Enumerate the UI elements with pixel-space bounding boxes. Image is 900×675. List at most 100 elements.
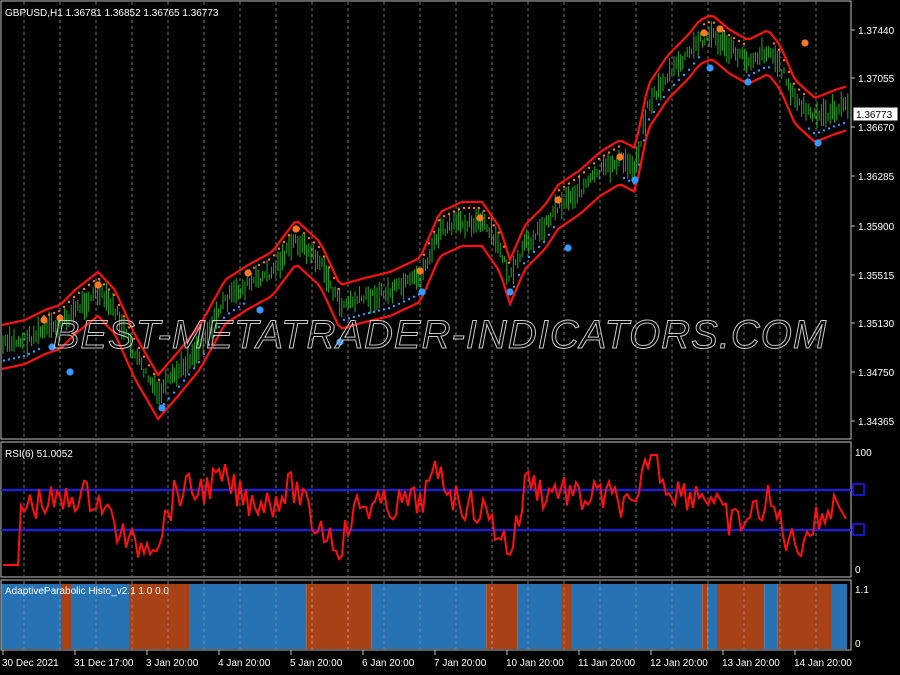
rsi-level-30-tag [852, 523, 865, 536]
sar-dot [112, 293, 116, 297]
sar-buy-marker [564, 244, 572, 252]
sar-dot [787, 70, 791, 74]
sar-dot [107, 288, 111, 291]
sar-dot [237, 305, 241, 309]
sar-buy-marker [158, 404, 166, 412]
sar-dot [827, 127, 831, 130]
sar-sell-marker [94, 281, 102, 289]
sar-dot [172, 391, 176, 394]
sar-dot [767, 66, 771, 69]
sar-dot [302, 232, 306, 235]
sar-buy-marker [744, 78, 752, 86]
watermark-text: BEST-METATRADER-INDICATORS.COM [53, 313, 828, 357]
sar-buy-marker [66, 368, 74, 376]
sar-dot [422, 253, 426, 256]
sar-dot [532, 250, 536, 254]
sar-dot [682, 73, 686, 77]
sar-dot [797, 88, 801, 91]
price-tick-label: 1.35515 [858, 271, 895, 282]
sar-dot [537, 245, 541, 249]
sar-sell-marker [554, 196, 562, 204]
sar-dot [2, 359, 6, 362]
sar-dot [82, 287, 86, 291]
sar-dot [472, 206, 476, 210]
sar-dot [587, 166, 591, 170]
sar-dot [497, 231, 501, 234]
sar-dot [337, 287, 341, 291]
sar-dot [812, 131, 816, 135]
rsi-header: RSI(6) 51.0052 [5, 449, 73, 460]
sar-buy-marker [418, 288, 426, 296]
price-tick-label: 1.37440 [858, 26, 895, 37]
sar-dot [242, 302, 246, 305]
sar-dot [87, 283, 91, 287]
sar-dot [32, 350, 36, 353]
sar-dot [12, 357, 16, 360]
time-axis-label: 13 Jan 20:00 [722, 658, 780, 669]
sar-dot [37, 347, 41, 351]
sar-dot [272, 254, 276, 257]
sar-dot [457, 208, 461, 211]
sar-sell-marker [801, 39, 809, 47]
time-axis-label: 30 Dec 2021 [2, 658, 59, 669]
sar-dot [607, 151, 611, 154]
sar-buy-marker [506, 288, 514, 296]
sar-sell-marker [716, 25, 724, 33]
sar-dot [617, 145, 621, 148]
histogram-panel: AdaptiveParabolic Histo_v2.1 1.0 0.0 1.1… [0, 579, 869, 651]
sar-dot [777, 48, 781, 51]
sar-dot [287, 234, 291, 237]
sar-dot [427, 242, 431, 245]
sar-dot [677, 78, 681, 82]
chart-canvas: BEST-METATRADER-INDICATORS.COM GBPUSD,H1… [0, 0, 899, 669]
sar-dot [402, 300, 406, 303]
sar-dot [637, 163, 641, 166]
sar-dot [157, 378, 161, 382]
sar-dot [492, 224, 496, 227]
sar-dot [482, 209, 486, 213]
sar-dot [377, 309, 381, 312]
main-price-panel: BEST-METATRADER-INDICATORS.COM GBPUSD,H1… [0, 0, 899, 440]
sar-dot [477, 206, 481, 210]
price-tick-label: 1.37055 [858, 74, 895, 85]
rsi-level-70-tag [852, 483, 865, 496]
sar-dot [262, 261, 266, 264]
rsi-panel-frame [0, 441, 852, 578]
sar-dot [647, 118, 651, 121]
sar-dot [322, 255, 326, 258]
sar-dot [312, 241, 316, 244]
sar-dot [197, 361, 201, 364]
sar-dot [687, 68, 691, 72]
sar-dot [752, 71, 756, 75]
time-axis-label: 7 Jan 20:00 [434, 658, 487, 669]
sar-dot [432, 230, 436, 233]
sar-dot [7, 358, 11, 361]
sar-dot [27, 352, 31, 356]
sar-dot [727, 34, 731, 37]
time-axis-label: 3 Jan 20:00 [146, 658, 199, 669]
sar-dot [562, 185, 566, 189]
sar-sell-marker [700, 29, 708, 37]
sar-dot [467, 206, 471, 210]
sar-dot [177, 385, 181, 388]
sar-buy-marker [814, 139, 822, 147]
sar-dot [67, 300, 71, 304]
sar-dot [267, 258, 271, 261]
sar-dot [517, 273, 521, 277]
sar-dot [762, 66, 766, 70]
sar-dot [152, 372, 156, 376]
sar-dot [837, 123, 841, 127]
current-price-label: 1.36773 [856, 110, 893, 121]
sar-dot [582, 171, 586, 174]
sar-dot [47, 313, 51, 316]
sar-dot [102, 283, 106, 286]
sar-dot [742, 42, 746, 45]
sar-dot [182, 379, 186, 382]
sar-dot [382, 308, 386, 311]
sar-dot [817, 131, 821, 134]
sar-buy-marker [706, 64, 714, 72]
price-tick-label: 1.34365 [858, 417, 895, 428]
sar-dot [557, 189, 561, 192]
sar-dot [612, 148, 616, 151]
time-axis-label: 11 Jan 20:00 [578, 658, 636, 669]
